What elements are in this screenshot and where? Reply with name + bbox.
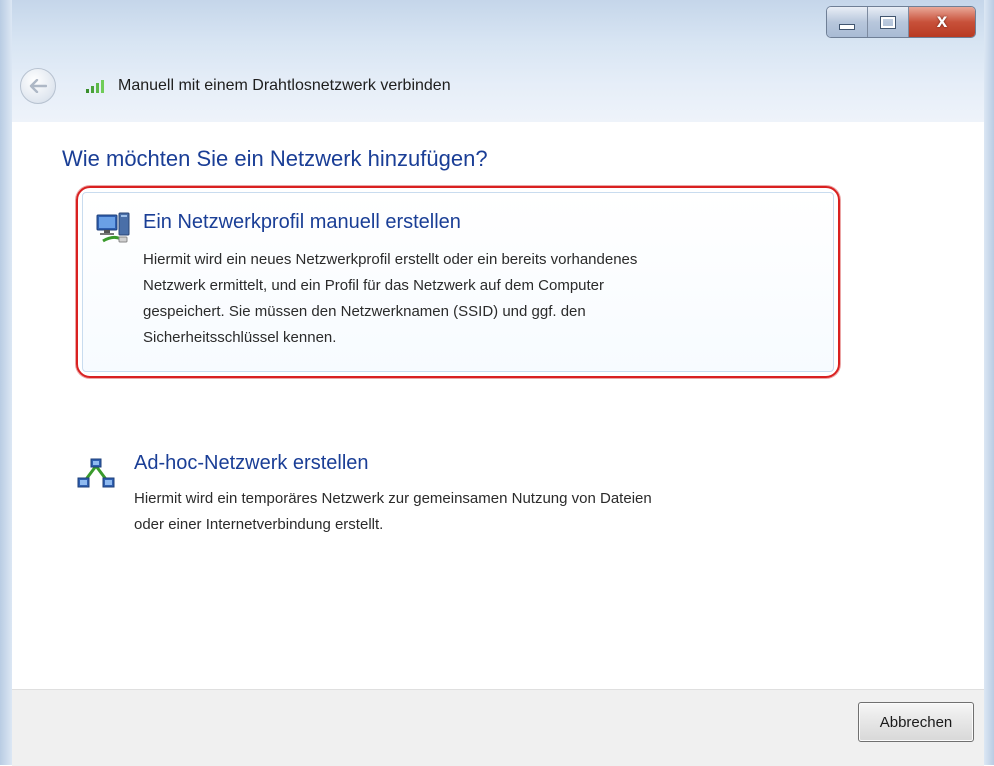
option-description: Hiermit wird ein temporäres Netzwerk zur… <box>134 486 794 538</box>
description-line: Netzwerk ermittelt, und ein Profil für d… <box>143 277 605 294</box>
description-line: oder einer Internetverbindung erstellt. <box>134 516 384 533</box>
back-arrow-icon[interactable] <box>20 68 56 104</box>
close-button[interactable]: x <box>909 7 975 37</box>
option-highlight-frame: Ein Netzwerkprofil manuell erstellen Hie… <box>82 192 834 372</box>
dialog-footer: Abbrechen <box>12 689 984 766</box>
option-adhoc-network[interactable]: Ad-hoc-Netzwerk erstellen Hiermit wird e… <box>76 444 836 554</box>
maximize-button[interactable] <box>868 7 909 37</box>
network-profile-icon <box>95 211 135 245</box>
description-line: Hiermit wird ein neues Netzwerkprofil er… <box>143 251 638 268</box>
main-content: Wie möchten Sie ein Netzwerk hinzufügen?… <box>12 122 984 689</box>
cancel-button[interactable]: Abbrechen <box>858 702 974 742</box>
option-description: Hiermit wird ein neues Netzwerkprofil er… <box>143 247 803 351</box>
option-manual-profile[interactable]: Ein Netzwerkprofil manuell erstellen Hie… <box>76 186 840 378</box>
minimize-button[interactable] <box>827 7 868 37</box>
wireless-network-icon <box>84 78 108 94</box>
window-frame-left <box>0 0 12 765</box>
option-title: Ein Netzwerkprofil manuell erstellen <box>143 211 461 233</box>
caption-buttons: x <box>826 6 976 38</box>
window-title: Manuell mit einem Drahtlosnetzwerk verbi… <box>118 77 451 94</box>
close-icon: x <box>936 11 948 32</box>
option-title: Ad-hoc-Netzwerk erstellen <box>134 452 369 474</box>
navigation-bar: Manuell mit einem Drahtlosnetzwerk verbi… <box>20 66 451 106</box>
description-line: gespeichert. Sie müssen den Netzwerkname… <box>143 303 586 320</box>
adhoc-network-icon <box>76 456 116 490</box>
window-frame-right <box>984 0 994 765</box>
description-line: Sicherheitsschlüssel kennen. <box>143 329 337 346</box>
page-heading: Wie möchten Sie ein Netzwerk hinzufügen? <box>62 146 488 171</box>
maximize-icon <box>880 15 896 29</box>
description-line: Hiermit wird ein temporäres Netzwerk zur… <box>134 490 652 507</box>
minimize-icon <box>839 24 855 30</box>
